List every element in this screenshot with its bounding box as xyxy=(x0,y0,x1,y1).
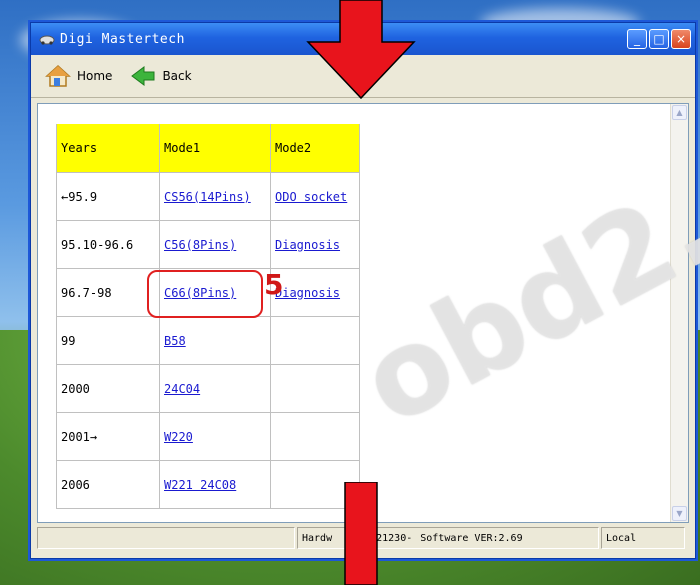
home-icon xyxy=(45,64,71,87)
close-button[interactable]: × xyxy=(671,29,691,49)
table-row: ←95.9 CS56(14Pins) ODO socket xyxy=(56,172,360,221)
header-mode1: Mode1 xyxy=(159,124,271,173)
table-row: 99 B58 xyxy=(56,316,360,365)
highlight-box xyxy=(147,270,263,318)
content-pane: Years Mode1 Mode2 ←95.9 CS56(14Pins) ODO… xyxy=(37,103,689,523)
mode1-link[interactable]: CS56(14Pins) xyxy=(164,190,251,204)
mode1-link[interactable]: 24C04 xyxy=(164,382,200,396)
table-row: 2001→ W220 xyxy=(56,412,360,461)
header-mode2: Mode2 xyxy=(270,124,360,173)
car-icon xyxy=(39,35,55,45)
table-header-row: Years Mode1 Mode2 xyxy=(56,124,360,173)
mode2-link[interactable]: Diagnosis xyxy=(275,238,340,252)
cell-years: 2006 xyxy=(56,460,160,509)
back-button[interactable]: Back xyxy=(124,63,197,89)
mode1-link[interactable]: W220 xyxy=(164,430,193,444)
header-years: Years xyxy=(56,124,160,173)
cell-years: 95.10-96.6 xyxy=(56,220,160,269)
red-arrow-top-icon xyxy=(306,0,416,100)
scroll-up-icon[interactable]: ▲ xyxy=(672,105,687,120)
mode1-link[interactable]: B58 xyxy=(164,334,186,348)
mode1-link[interactable]: C56(8Pins) xyxy=(164,238,236,252)
table-row: 2000 24C04 xyxy=(56,364,360,413)
cell-years: 96.7-98 xyxy=(56,268,160,317)
mode2-link[interactable]: ODO socket xyxy=(275,190,347,204)
cell-years: 2001→ xyxy=(56,412,160,461)
back-arrow-icon xyxy=(131,66,155,86)
cell-years: ←95.9 xyxy=(56,172,160,221)
step-number: 5 xyxy=(264,268,284,301)
minimize-button[interactable]: _ xyxy=(627,29,647,49)
status-empty xyxy=(37,527,295,549)
app-window: Digi Mastertech _ □ × Home Back Years Mo… xyxy=(30,22,696,559)
mode1-link[interactable]: W221 24C08 xyxy=(164,478,236,492)
cell-empty xyxy=(270,364,360,413)
table-row: 2006 W221 24C08 xyxy=(56,460,360,509)
home-label: Home xyxy=(77,69,113,83)
status-locale: Local xyxy=(601,527,685,549)
cell-empty xyxy=(270,412,360,461)
software-version-text: Software VER:2.69 xyxy=(420,532,523,544)
back-label: Back xyxy=(162,69,192,83)
home-button[interactable]: Home xyxy=(39,62,118,90)
table-row: 95.10-96.6 C56(8Pins) Diagnosis xyxy=(56,220,360,269)
hardware-text: Hardw xyxy=(302,532,333,544)
cell-empty xyxy=(270,316,360,365)
window-title: Digi Mastertech xyxy=(60,31,185,47)
vertical-scrollbar[interactable]: ▲ ▼ xyxy=(670,104,688,522)
mode2-link[interactable]: Diagnosis xyxy=(275,286,340,300)
cell-years: 2000 xyxy=(56,364,160,413)
maximize-button[interactable]: □ xyxy=(649,29,669,49)
cell-years: 99 xyxy=(56,316,160,365)
scroll-down-icon[interactable]: ▼ xyxy=(672,506,687,521)
red-arrow-bottom-icon xyxy=(344,482,378,585)
